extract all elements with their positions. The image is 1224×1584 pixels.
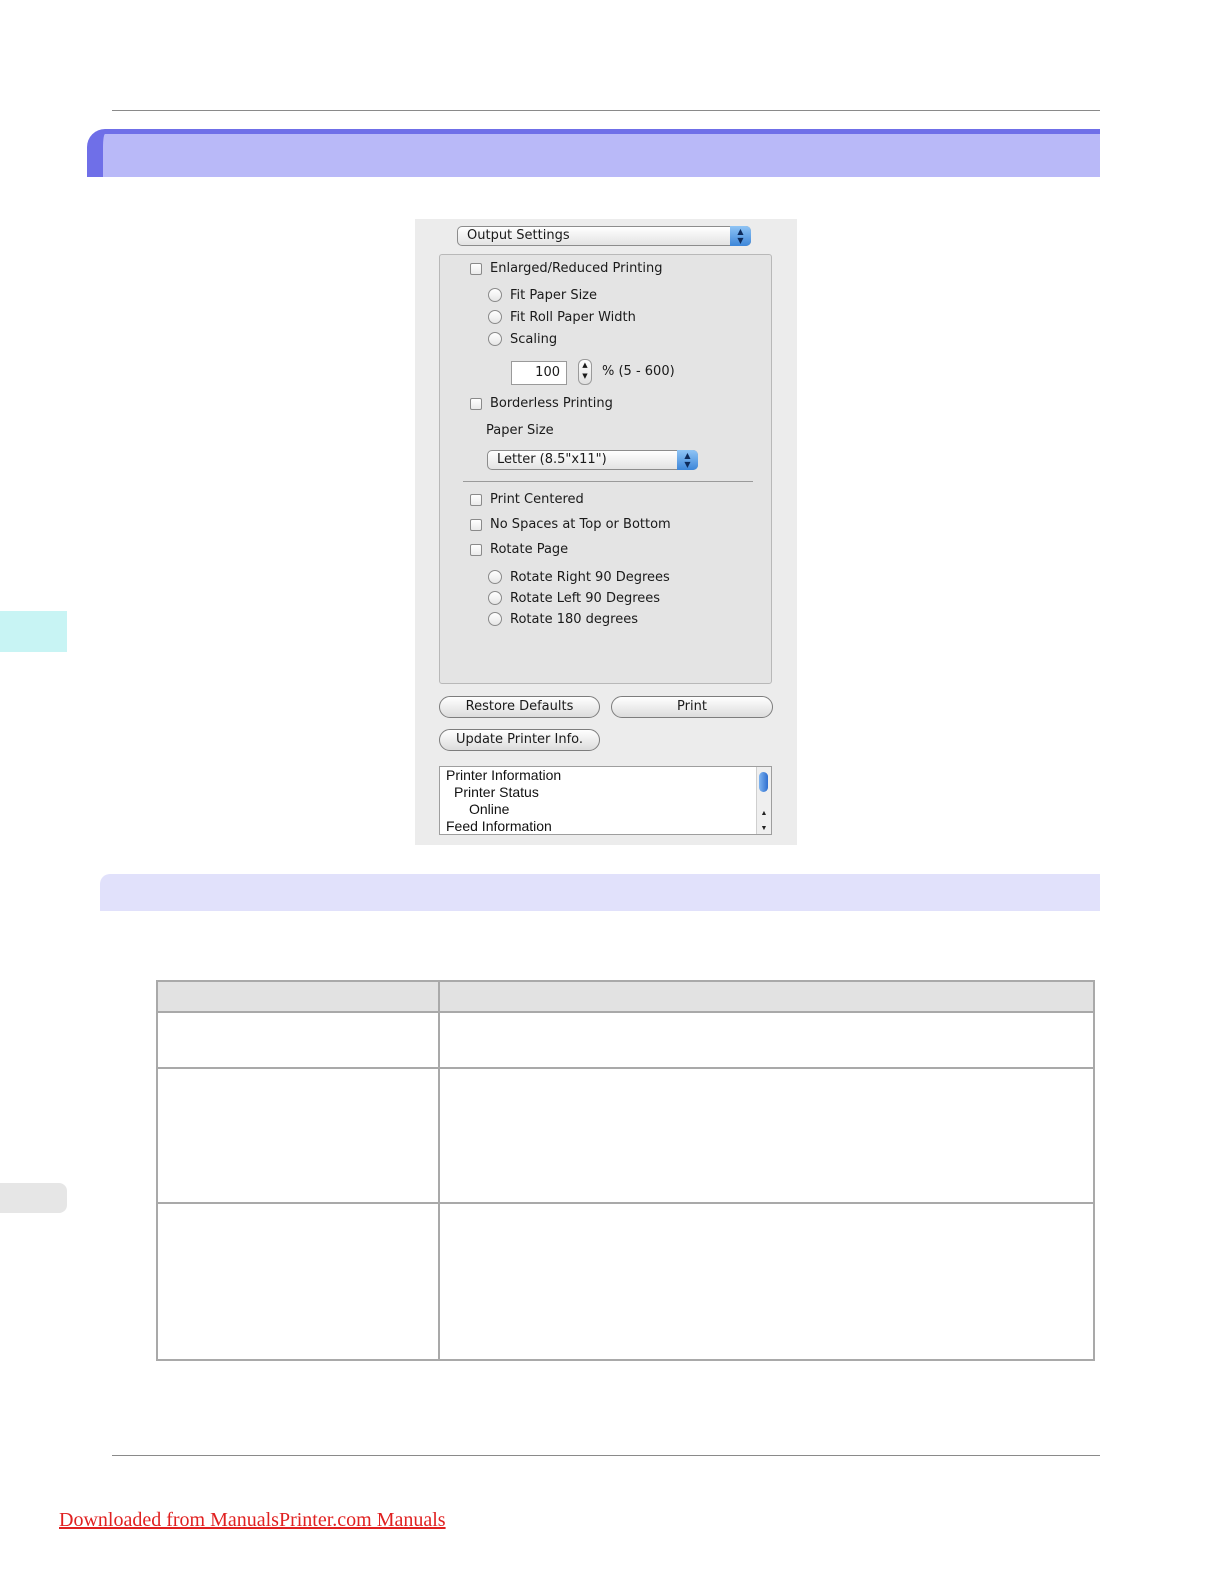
chevron-updown-icon: ▲ ▼: [730, 226, 751, 246]
rotate-page-label: Rotate Page: [490, 542, 569, 557]
fit-paper-size-radio[interactable]: [488, 288, 502, 302]
rotate-page-checkbox[interactable]: [470, 544, 482, 556]
paper-size-select[interactable]: Letter (8.5"x11") ▲ ▼: [487, 450, 698, 470]
rotate-right-radio[interactable]: [488, 570, 502, 584]
group-divider: [463, 481, 753, 482]
rotate-left-label: Rotate Left 90 Degrees: [510, 591, 661, 606]
info-line: Printer Information: [446, 767, 562, 783]
table-header-cell: [438, 980, 1095, 1013]
no-spaces-checkbox[interactable]: [470, 519, 482, 531]
output-settings-group: Enlarged/Reduced Printing Fit Paper Size…: [439, 254, 772, 684]
enlarged-reduced-label: Enlarged/Reduced Printing: [490, 261, 663, 276]
paper-size-value: Letter (8.5"x11"): [497, 452, 607, 467]
borderless-label: Borderless Printing: [490, 396, 613, 411]
table-cell: [438, 1011, 1095, 1069]
print-centered-label: Print Centered: [490, 492, 584, 507]
rotate-180-label: Rotate 180 degrees: [510, 612, 638, 627]
table-row: [156, 1067, 1095, 1204]
table-row: [156, 1011, 1095, 1069]
info-line: Online: [469, 801, 510, 817]
scroll-thumb[interactable]: [759, 772, 768, 792]
table-cell: [156, 1011, 440, 1069]
table-row: [156, 1202, 1095, 1361]
download-link[interactable]: Downloaded from ManualsPrinter.com Manua…: [59, 1509, 446, 1532]
rotate-180-radio[interactable]: [488, 612, 502, 626]
info-line: Printer Status: [454, 784, 539, 800]
paper-size-label: Paper Size: [486, 423, 554, 438]
top-rule: [112, 110, 1100, 111]
scaling-label: Scaling: [510, 332, 558, 347]
enlarged-reduced-checkbox[interactable]: [470, 263, 482, 275]
info-scrollbar[interactable]: ▲ ▼: [756, 767, 771, 834]
scroll-down-icon[interactable]: ▼: [759, 820, 769, 834]
info-line: Feed Information: [446, 818, 552, 834]
borderless-checkbox[interactable]: [470, 398, 482, 410]
section-heading-bar: [87, 129, 1100, 177]
subheading-bar: [100, 874, 1100, 911]
printer-info-list[interactable]: Printer Information Printer Status Onlin…: [439, 766, 772, 835]
table-header-row: [156, 980, 1095, 1013]
index-side-tab: [0, 1183, 67, 1213]
fit-roll-paper-width-label: Fit Roll Paper Width: [510, 310, 636, 325]
chapter-side-tab: [0, 611, 67, 652]
settings-table: [156, 980, 1095, 1361]
fit-paper-size-label: Fit Paper Size: [510, 288, 598, 303]
print-button[interactable]: Print: [611, 696, 773, 718]
scaling-radio[interactable]: [488, 332, 502, 346]
print-centered-checkbox[interactable]: [470, 494, 482, 506]
table-cell: [156, 1202, 440, 1361]
rotate-left-radio[interactable]: [488, 591, 502, 605]
scaling-range-label: % (5 - 600): [602, 364, 675, 379]
bottom-rule: [112, 1455, 1100, 1456]
table-cell: [438, 1067, 1095, 1204]
panel-select[interactable]: Output Settings ▲ ▼: [457, 226, 751, 246]
table-cell: [438, 1202, 1095, 1361]
update-printer-info-button[interactable]: Update Printer Info.: [439, 729, 600, 751]
table-header-cell: [156, 980, 440, 1013]
scaling-stepper[interactable]: ▲ ▼: [578, 359, 592, 385]
scaling-input[interactable]: 100: [511, 361, 567, 385]
chevron-updown-icon: ▲ ▼: [677, 450, 698, 470]
fit-roll-paper-width-radio[interactable]: [488, 310, 502, 324]
restore-defaults-button[interactable]: Restore Defaults: [439, 696, 600, 718]
output-settings-dialog: Output Settings ▲ ▼ Enlarged/Reduced Prin…: [415, 219, 797, 845]
panel-select-value: Output Settings: [467, 228, 570, 243]
table-cell: [156, 1067, 440, 1204]
no-spaces-label: No Spaces at Top or Bottom: [490, 517, 671, 532]
rotate-right-label: Rotate Right 90 Degrees: [510, 570, 670, 585]
